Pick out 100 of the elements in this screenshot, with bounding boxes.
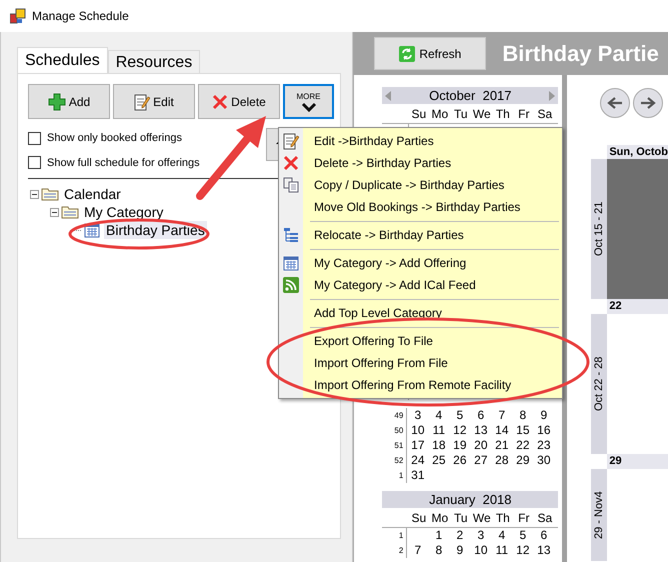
tree-item[interactable]: My Category — [82, 203, 166, 221]
forward-button[interactable] — [633, 88, 664, 118]
left-arrow-icon — [607, 96, 624, 110]
calendar-day[interactable]: 13 — [470, 423, 492, 438]
tab[interactable]: Schedules — [17, 47, 108, 73]
calendar-day[interactable]: 6 — [533, 528, 554, 543]
checkbox[interactable] — [28, 132, 41, 145]
checkbox-label: Show only booked offerings — [47, 131, 182, 146]
window-title: Manage Schedule — [32, 8, 129, 25]
calendar-day[interactable]: 31 — [407, 468, 428, 483]
app-icon — [10, 8, 26, 24]
calendar-day[interactable]: 30 — [533, 453, 554, 468]
calendar-day[interactable]: 19 — [449, 438, 470, 453]
weekday-label: Th — [494, 106, 511, 123]
calendar-day[interactable]: 26 — [449, 453, 470, 468]
calendar-icon — [283, 255, 299, 271]
calendar-day[interactable]: 5 — [449, 408, 470, 423]
menu-item[interactable]: My Category -> Add ICal Feed — [303, 274, 562, 296]
collapse-toggle[interactable] — [30, 190, 39, 198]
weekday-label: Fr — [517, 510, 530, 527]
month-title: January 2018 — [429, 490, 512, 509]
calendar-day[interactable]: 9 — [449, 543, 470, 558]
checkbox[interactable] — [28, 156, 41, 170]
weekday-label: Tu — [453, 510, 469, 527]
weekday-label: Fr — [517, 106, 530, 123]
week-number: 1 — [398, 530, 404, 542]
week-label: Oct 22 - 28 — [591, 314, 608, 454]
calendar-day[interactable]: 20 — [470, 438, 492, 453]
back-button[interactable] — [600, 88, 630, 118]
calendar-day[interactable]: 12 — [449, 423, 470, 438]
week-number: 51 — [393, 440, 404, 452]
calendar-day[interactable]: 10 — [470, 543, 492, 558]
edit-button[interactable]: Edit — [113, 84, 195, 119]
calendar-day[interactable]: 12 — [512, 543, 534, 558]
menu-item[interactable]: Import Offering From Remote Facility — [303, 374, 562, 396]
weekday-label: Su — [410, 106, 428, 123]
menu-item[interactable]: Relocate -> Birthday Parties — [303, 224, 562, 246]
folder-icon — [41, 187, 59, 201]
calendar-day[interactable]: 13 — [533, 543, 554, 558]
weekday-label: Tu — [453, 106, 469, 123]
chevron-down-icon — [300, 102, 316, 112]
weekday-label: Su — [410, 510, 428, 527]
tree-list-icon — [283, 227, 299, 243]
calendar-day[interactable]: 10 — [407, 423, 428, 438]
menu-item[interactable]: Copy / Duplicate -> Birthday Parties — [303, 174, 562, 196]
menu-item[interactable]: Delete -> Birthday Parties — [303, 152, 562, 174]
calendar-day[interactable]: 16 — [533, 423, 554, 438]
calendar-day[interactable]: 6 — [470, 408, 492, 423]
calendar-day[interactable]: 7 — [407, 543, 428, 558]
weekday-label: Sa — [536, 510, 554, 527]
calendar-day[interactable]: 23 — [533, 438, 554, 453]
calendar-day[interactable]: 3 — [470, 528, 492, 543]
calendar-day[interactable]: 29 — [512, 453, 534, 468]
folder-icon — [61, 205, 79, 219]
calendar-day[interactable]: 7 — [491, 408, 512, 423]
delete-button[interactable]: Delete — [198, 84, 280, 119]
schedule-title: Birthday Partie — [502, 40, 659, 68]
menu-item[interactable]: Import Offering From File — [303, 352, 562, 374]
tab[interactable]: Resources — [108, 50, 200, 73]
calendar-day[interactable]: 1 — [428, 528, 450, 543]
refresh-icon — [399, 46, 416, 62]
calendar-day[interactable]: 5 — [512, 528, 534, 543]
calendar-day[interactable]: 2 — [449, 528, 470, 543]
calendar-day[interactable]: 4 — [428, 408, 450, 423]
calendar-day[interactable]: 28 — [491, 453, 512, 468]
calendar-day[interactable]: 15 — [512, 423, 534, 438]
week-label: Oct 15 - 21 — [591, 159, 608, 299]
calendar-day[interactable]: 25 — [428, 453, 450, 468]
add-button[interactable]: Add — [28, 84, 110, 119]
weekday-label: Th — [494, 510, 511, 527]
calendar-day[interactable]: 14 — [491, 423, 512, 438]
calendar-day[interactable]: 4 — [491, 528, 512, 543]
calendar-day[interactable]: 9 — [533, 408, 554, 423]
calendar-day[interactable]: 21 — [491, 438, 512, 453]
notepad-pencil-icon — [283, 132, 299, 150]
feed-icon — [283, 277, 299, 293]
calendar-day[interactable]: 22 — [512, 438, 534, 453]
calendar-day[interactable]: 17 — [407, 438, 428, 453]
menu-item[interactable]: Edit ->Birthday Parties — [303, 130, 562, 152]
plus-icon — [48, 92, 66, 110]
calendar-day[interactable]: 8 — [512, 408, 534, 423]
calendar-day[interactable]: 24 — [407, 453, 428, 468]
calendar-day[interactable]: 27 — [470, 453, 492, 468]
day-number: 22 — [607, 299, 668, 314]
menu-item[interactable]: Move Old Bookings -> Birthday Parties — [303, 196, 562, 218]
week-number: 1 — [398, 470, 404, 482]
menu-item[interactable]: My Category -> Add Offering — [303, 252, 562, 274]
refresh-button[interactable]: Refresh — [374, 37, 486, 70]
calendar-day[interactable]: 8 — [428, 543, 450, 558]
calendar-day[interactable]: 11 — [491, 543, 512, 558]
copy-icon — [283, 177, 299, 193]
collapse-toggle[interactable] — [50, 208, 59, 216]
calendar-day[interactable]: 3 — [407, 408, 428, 423]
weekday-label: Mo — [430, 510, 450, 527]
cross-icon — [283, 155, 299, 171]
more-button[interactable]: MORE — [283, 84, 334, 119]
menu-item[interactable]: Export Offering To File — [303, 330, 562, 352]
tree-item[interactable]: Calendar — [62, 185, 123, 203]
calendar-day[interactable]: 18 — [428, 438, 450, 453]
calendar-day[interactable]: 11 — [428, 423, 450, 438]
